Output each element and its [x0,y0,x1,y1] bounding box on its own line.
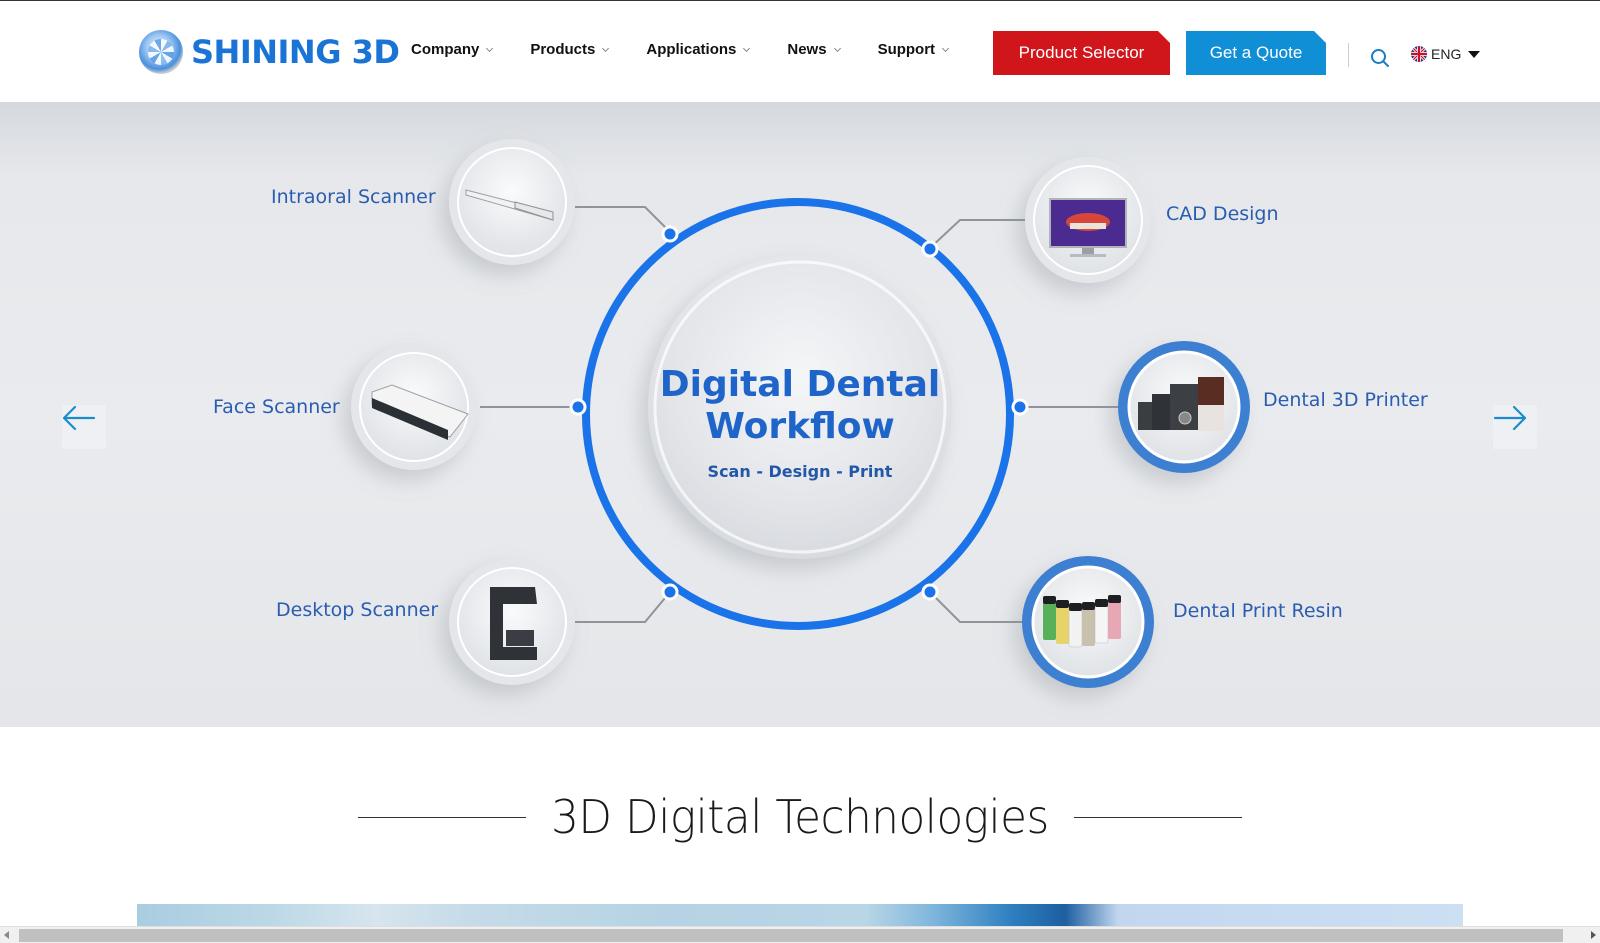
get-quote-button[interactable]: Get a Quote [1186,31,1326,75]
label-face-scanner[interactable]: Face Scanner [213,396,340,418]
heading-rule-right [1073,816,1242,818]
arrow-left-icon [62,405,96,431]
workflow-center-text: Digital Dental Workflow Scan - Design - … [650,364,950,481]
chevron-down-icon [833,44,841,52]
chevron-down-icon [743,44,751,52]
horizontal-scrollbar[interactable] [0,926,1600,943]
language-label: ENG [1431,46,1462,62]
node-intraoral-scanner[interactable] [449,139,575,265]
carousel-prev-button[interactable] [62,405,106,449]
nav-label: News [787,41,827,58]
brand-name: SHINING 3D [191,33,400,71]
node-dental-print-resin[interactable] [1022,556,1154,688]
scrollbar-thumb[interactable] [19,929,1563,942]
scroll-right-arrow-icon[interactable] [1591,931,1596,939]
nav-label: Applications [646,41,737,58]
section-title: 3D Digital Technologies [551,790,1049,844]
label-intraoral-scanner[interactable]: Intraoral Scanner [271,186,436,208]
label-desktop-scanner[interactable]: Desktop Scanner [276,599,438,621]
node-desktop-scanner[interactable] [449,559,575,685]
hero-carousel: Digital Dental Workflow Scan - Design - … [0,102,1600,727]
nav-label: Products [530,41,596,58]
logo-globe-icon [139,30,183,74]
search-icon[interactable] [1370,48,1390,68]
uk-flag-icon [1411,46,1427,62]
product-selector-button[interactable]: Product Selector [993,31,1170,75]
nav-item-applications[interactable]: Applications [646,41,751,58]
nav-label: Company [411,41,480,58]
nav-item-news[interactable]: News [787,41,841,58]
label-dental-print-resin[interactable]: Dental Print Resin [1173,600,1343,622]
nav-label: Support [877,41,936,58]
nav-item-support[interactable]: Support [877,41,950,58]
main-nav: Company Products Applications News Suppo… [411,41,986,58]
node-cad-design[interactable] [1025,157,1151,283]
chevron-down-icon [942,44,950,52]
hero-subtitle: Scan - Design - Print [707,462,893,481]
heading-rule-left [358,816,527,818]
nav-item-company[interactable]: Company [411,41,494,58]
section-heading: 3D Digital Technologies [0,790,1600,844]
hero-title-line1: Digital Dental [659,364,941,405]
chevron-down-icon [486,44,494,52]
label-dental-3d-printer[interactable]: Dental 3D Printer [1263,389,1428,411]
node-face-scanner[interactable] [351,344,477,470]
carousel-next-button[interactable] [1493,405,1537,449]
caret-down-icon [1468,50,1481,58]
arrow-right-icon [1493,405,1527,431]
nav-item-products[interactable]: Products [530,41,610,58]
hero-title-line2: Workflow [705,406,895,447]
language-selector[interactable]: ENG [1411,46,1481,62]
node-dental-3d-printer[interactable] [1118,341,1250,473]
technology-banner-image [137,904,1463,926]
brand-logo[interactable]: SHINING 3D [139,30,400,74]
label-cad-design[interactable]: CAD Design [1166,203,1279,225]
scroll-left-arrow-icon[interactable] [4,931,9,939]
site-header: SHINING 3D Company Products Applications… [0,1,1600,102]
header-divider [1348,43,1349,67]
chevron-down-icon [602,44,610,52]
